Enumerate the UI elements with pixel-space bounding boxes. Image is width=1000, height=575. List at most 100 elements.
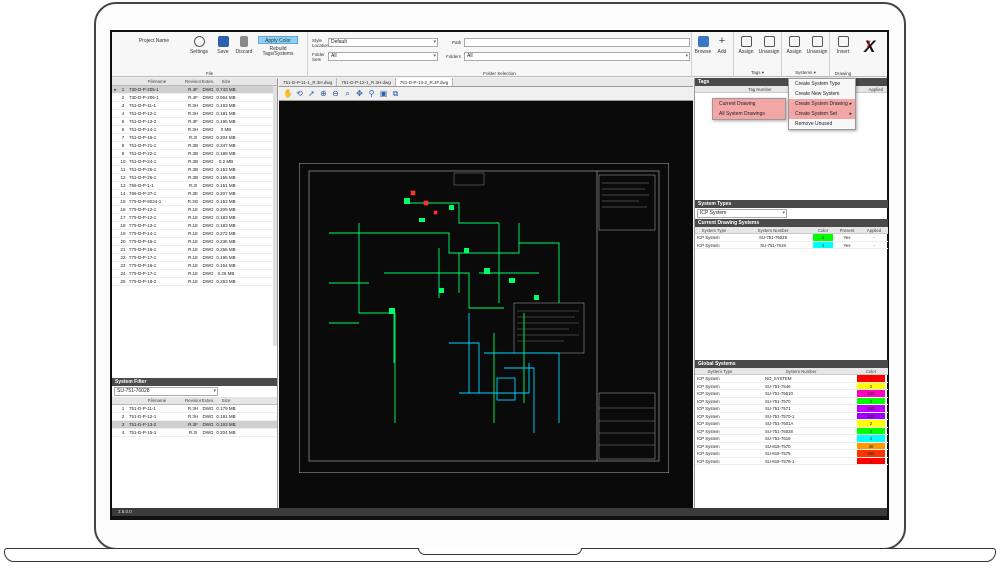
- col-system-number[interactable]: System Number: [733, 227, 813, 233]
- table-row[interactable]: 11 751-D-P-25-1 R.3B DWG 0.152 MB: [112, 166, 277, 174]
- col-size[interactable]: Size: [215, 78, 237, 85]
- table-row[interactable]: ICP System SU-751-7570-1 100: [695, 412, 888, 420]
- table-row[interactable]: ICP System SU-751-7571 200: [695, 405, 888, 413]
- table-row[interactable]: ICP System NO_SYSTEM 1: [695, 375, 888, 383]
- menu-item-create-system-set[interactable]: Create System Set ▸: [789, 109, 855, 119]
- table-row[interactable]: ICP System SU-818-7575 250: [695, 450, 888, 458]
- rebuild-button[interactable]: Rebuild Tags/Systems: [258, 47, 298, 57]
- table-row[interactable]: 5 751-D-P-13-2 R.3F DWG 0.195 MB: [112, 118, 277, 126]
- system-filter-select[interactable]: SU-751-76028 ▾: [114, 387, 218, 396]
- table-row[interactable]: ICP System SU-751-7619 4 Yes -: [695, 241, 888, 249]
- menu-item-create-system-drawing[interactable]: Create System Drawing ▸: [789, 99, 855, 109]
- table-row[interactable]: 18 775-D-P-13-1 R.1E DWG 0.183 MB: [112, 222, 277, 230]
- table-row[interactable]: 3 751-D-P-11-1 R.3H DWG 0.193 MB: [112, 102, 277, 110]
- table-row[interactable]: 3 751-D-P-13-2 R.3F DWG 0.193 MB: [112, 421, 277, 429]
- path-input[interactable]: [464, 38, 690, 47]
- unassign-tag-button[interactable]: Unassign: [757, 36, 781, 55]
- table-row[interactable]: 4 751-D-P-15-1 R.3I DWG 0.204 MB: [112, 429, 277, 437]
- style-location-select[interactable]: Default ▾: [328, 38, 438, 47]
- col-present[interactable]: Present: [833, 227, 861, 233]
- settings-button[interactable]: Settings: [188, 36, 210, 55]
- folders-select[interactable]: All ▾: [464, 52, 690, 61]
- table-row[interactable]: ICP System SU-818-7570 40: [695, 442, 888, 450]
- table-row[interactable]: ICP System SU-818-7576-1 1: [695, 457, 888, 465]
- layers-icon[interactable]: ⧉: [391, 89, 400, 98]
- col-revision[interactable]: Revision: [185, 397, 201, 404]
- table-row[interactable]: 20 775-D-P-15-1 R.1E DWG 0.236 MB: [112, 238, 277, 246]
- systems-group-label[interactable]: Systems ▾: [782, 70, 829, 76]
- insert-button[interactable]: Insert: [832, 36, 854, 55]
- zoom-in-icon[interactable]: ⊕: [319, 89, 328, 98]
- col-filename[interactable]: Filename: [127, 78, 185, 85]
- menu-item-create-new-system[interactable]: Create New System: [789, 89, 855, 99]
- browse-button[interactable]: Browse: [694, 36, 712, 55]
- table-row[interactable]: 23 775-D-P-16-1 R.1E DWG 0.164 MB: [112, 262, 277, 270]
- pan-icon[interactable]: ✋: [283, 89, 293, 98]
- tags-group-label[interactable]: Tags ▾: [734, 70, 781, 76]
- col-size[interactable]: Size: [215, 397, 237, 404]
- table-row[interactable]: ▸ 1 730-D-P-205-1 R.4F DWG 0.743 MB: [112, 86, 277, 94]
- menu-item-all-system-drawings[interactable]: All System Drawings: [713, 109, 785, 119]
- table-row[interactable]: 17 775-D-P-12-1 R.1E DWG 0.183 MB: [112, 214, 277, 222]
- table-row[interactable]: 7 751-D-P-15-1 R.3I DWG 0.204 MB: [112, 134, 277, 142]
- add-button[interactable]: + Add: [714, 36, 730, 56]
- table-row[interactable]: 1 751-D-P-11-1 R.3H DWG 0.179 MB: [112, 405, 277, 413]
- col-extension[interactable]: Exten.: [201, 78, 215, 85]
- select-icon[interactable]: ➚: [307, 89, 316, 98]
- move-icon[interactable]: ✥: [355, 89, 364, 98]
- table-row[interactable]: ICP System SU-751-7601A 2: [695, 420, 888, 428]
- col-revision[interactable]: Revision: [185, 78, 201, 85]
- table-row[interactable]: ICP System SU-751-7546 2: [695, 382, 888, 390]
- cad-drawing[interactable]: [299, 163, 669, 473]
- table-row[interactable]: 15 775-D-P-9024-1 R.3G DWG 0.152 MB: [112, 198, 277, 206]
- col-applied[interactable]: Applied: [861, 227, 887, 233]
- col-system-type[interactable]: System Type: [695, 227, 733, 233]
- assign-tag-button[interactable]: Assign: [736, 36, 756, 55]
- table-row[interactable]: 10 751-D-P-24-1 R.3B DWG 0.2 MB: [112, 158, 277, 166]
- table-row[interactable]: ICP System SU-751-75510 220: [695, 390, 888, 398]
- table-row[interactable]: 24 775-D-P-17-1 R.1E DWG 0.26 MB: [112, 270, 277, 278]
- table-row[interactable]: 21 775-D-P-16-1 R.1E DWG 0.256 MB: [112, 246, 277, 254]
- table-row[interactable]: 12 751-D-P-26-1 R.3B DWG 0.155 MB: [112, 174, 277, 182]
- rotate-icon[interactable]: ⟲: [295, 89, 304, 98]
- menu-item-create-system-type[interactable]: Create System Type: [789, 79, 855, 89]
- table-row[interactable]: 9 751-D-P-22-1 R.3B DWG 0.189 MB: [112, 150, 277, 158]
- table-row[interactable]: 2 730-D-P-206-1 R.4F DWG 0.564 MB: [112, 94, 277, 102]
- file-grid-scrollbar[interactable]: [273, 86, 277, 346]
- table-row[interactable]: 2 751-D-P-12-1 R.3H DWG 0.181 MB: [112, 413, 277, 421]
- menu-item-current-drawing[interactable]: Current Drawing: [713, 99, 785, 109]
- drawing-tab[interactable]: 751-D-P-12-1_R.3H.dwg: [337, 78, 396, 86]
- discard-button[interactable]: Discard: [233, 36, 255, 55]
- unassign-system-button[interactable]: Unassign: [805, 36, 829, 55]
- folder-sets-select[interactable]: All ▾: [328, 52, 438, 61]
- search-icon[interactable]: ⚲: [367, 89, 376, 98]
- table-row[interactable]: 16 775-D-P-12-1 R.1E DWG 0.209 MB: [112, 206, 277, 214]
- menu-item-remove-unused[interactable]: Remove Unused: [789, 119, 855, 129]
- col-color[interactable]: Color: [813, 227, 833, 233]
- table-row[interactable]: ICP System SU-751-76028 3: [695, 427, 888, 435]
- col-system-number[interactable]: System Number: [745, 368, 857, 374]
- col-extension[interactable]: Exten.: [201, 397, 215, 404]
- table-row[interactable]: ICP System SU-751-7619 4: [695, 435, 888, 443]
- assign-system-button[interactable]: Assign: [784, 36, 804, 55]
- col-color[interactable]: Color: [857, 368, 885, 374]
- save-button[interactable]: Save: [214, 36, 232, 55]
- table-row[interactable]: 13 756-D-P-1-1 R.3I DWG 0.151 MB: [112, 182, 277, 190]
- table-row[interactable]: ICP System SU-751-7570 3: [695, 397, 888, 405]
- drawing-tab[interactable]: 751-D-P-13-2_R.3F.dwg: [395, 78, 454, 86]
- col-system-type[interactable]: System Type: [695, 368, 745, 374]
- table-row[interactable]: 4 751-D-P-12-1 R.3H DWG 0.181 MB: [112, 110, 277, 118]
- table-row[interactable]: 8 751-D-P-21-1 R.3B DWG 0.347 MB: [112, 142, 277, 150]
- zoom-out-icon[interactable]: ⊖: [331, 89, 340, 98]
- zoom-window-icon[interactable]: ⌕: [343, 89, 352, 98]
- apply-color-button[interactable]: Apply Color: [258, 36, 298, 44]
- drawing-tab[interactable]: 751-D-P-11-1_R.3H.dwg: [279, 78, 338, 86]
- table-row[interactable]: 25 775-D-P-18-2 R.1E DWG 0.253 MB: [112, 278, 277, 286]
- table-row[interactable]: ICP System SU-751-76028 3 Yes -: [695, 234, 888, 242]
- table-row[interactable]: 22 775-D-P-17-1 R.1E DWG 0.195 MB: [112, 254, 277, 262]
- table-row[interactable]: 19 775-D-P-14-1 R.1E DWG 0.272 MB: [112, 230, 277, 238]
- table-row[interactable]: 6 751-D-P-14-1 R.3H DWG 0 MB: [112, 126, 277, 134]
- col-filename[interactable]: Filename: [127, 397, 185, 404]
- fit-icon[interactable]: ▣: [379, 89, 388, 98]
- system-type-select[interactable]: ICP System ▾: [697, 209, 787, 218]
